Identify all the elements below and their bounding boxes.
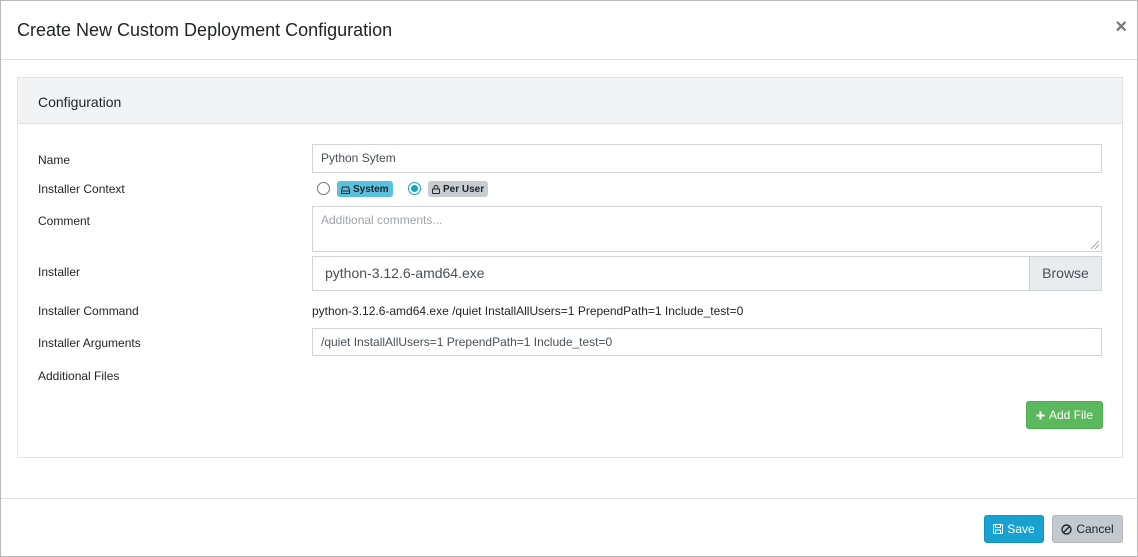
installer-arguments-input[interactable]: /quiet InstallAllUsers=1 PrependPath=1 I… — [312, 328, 1102, 356]
installer-file-name: python-3.12.6-amd64.exe — [325, 265, 485, 281]
installer-command-label: Installer Command — [38, 304, 139, 318]
hdd-icon — [341, 186, 350, 194]
browse-button[interactable]: Browse — [1029, 257, 1101, 290]
cancel-button[interactable]: Cancel — [1052, 515, 1123, 543]
save-label: Save — [1007, 522, 1035, 536]
save-button[interactable]: Save — [984, 515, 1044, 543]
close-icon[interactable]: × — [1115, 17, 1127, 37]
cancel-label: Cancel — [1076, 522, 1114, 536]
modal-header: Create New Custom Deployment Configurati… — [1, 1, 1137, 60]
deployment-config-modal: Create New Custom Deployment Configurati… — [0, 0, 1138, 557]
save-icon — [993, 524, 1004, 534]
installer-file-input[interactable]: python-3.12.6-amd64.exe Browse — [312, 256, 1102, 291]
name-input[interactable]: Python Sytem — [312, 144, 1102, 173]
per-user-label: Per User — [443, 183, 485, 195]
installer-command-value: python-3.12.6-amd64.exe /quiet InstallAl… — [312, 304, 744, 318]
modal-title: Create New Custom Deployment Configurati… — [17, 20, 393, 40]
system-label: System — [353, 183, 389, 195]
resize-grip-icon[interactable] — [1091, 241, 1099, 249]
additional-files-label: Additional Files — [38, 369, 120, 383]
comment-placeholder: Additional comments... — [321, 213, 443, 227]
system-badge: System — [337, 181, 393, 197]
installer-context-label: Installer Context — [38, 182, 125, 196]
configuration-card: Configuration Name Python Sytem Installe… — [17, 77, 1123, 458]
lock-icon — [432, 185, 440, 194]
plus-icon — [1036, 411, 1045, 419]
add-file-button[interactable]: Add File — [1026, 401, 1103, 429]
add-file-label: Add File — [1048, 408, 1094, 422]
installer-arguments-label: Installer Arguments — [38, 336, 141, 350]
per-user-radio[interactable] — [408, 182, 421, 195]
system-radio[interactable] — [317, 182, 330, 195]
card-header: Configuration — [18, 78, 1122, 124]
per-user-badge: Per User — [428, 181, 489, 197]
footer-divider — [1, 498, 1137, 499]
name-label: Name — [38, 153, 71, 167]
ban-icon — [1061, 523, 1073, 535]
installer-label: Installer — [38, 265, 81, 279]
comment-textarea[interactable]: Additional comments... — [312, 206, 1102, 252]
comment-label: Comment — [38, 214, 91, 228]
